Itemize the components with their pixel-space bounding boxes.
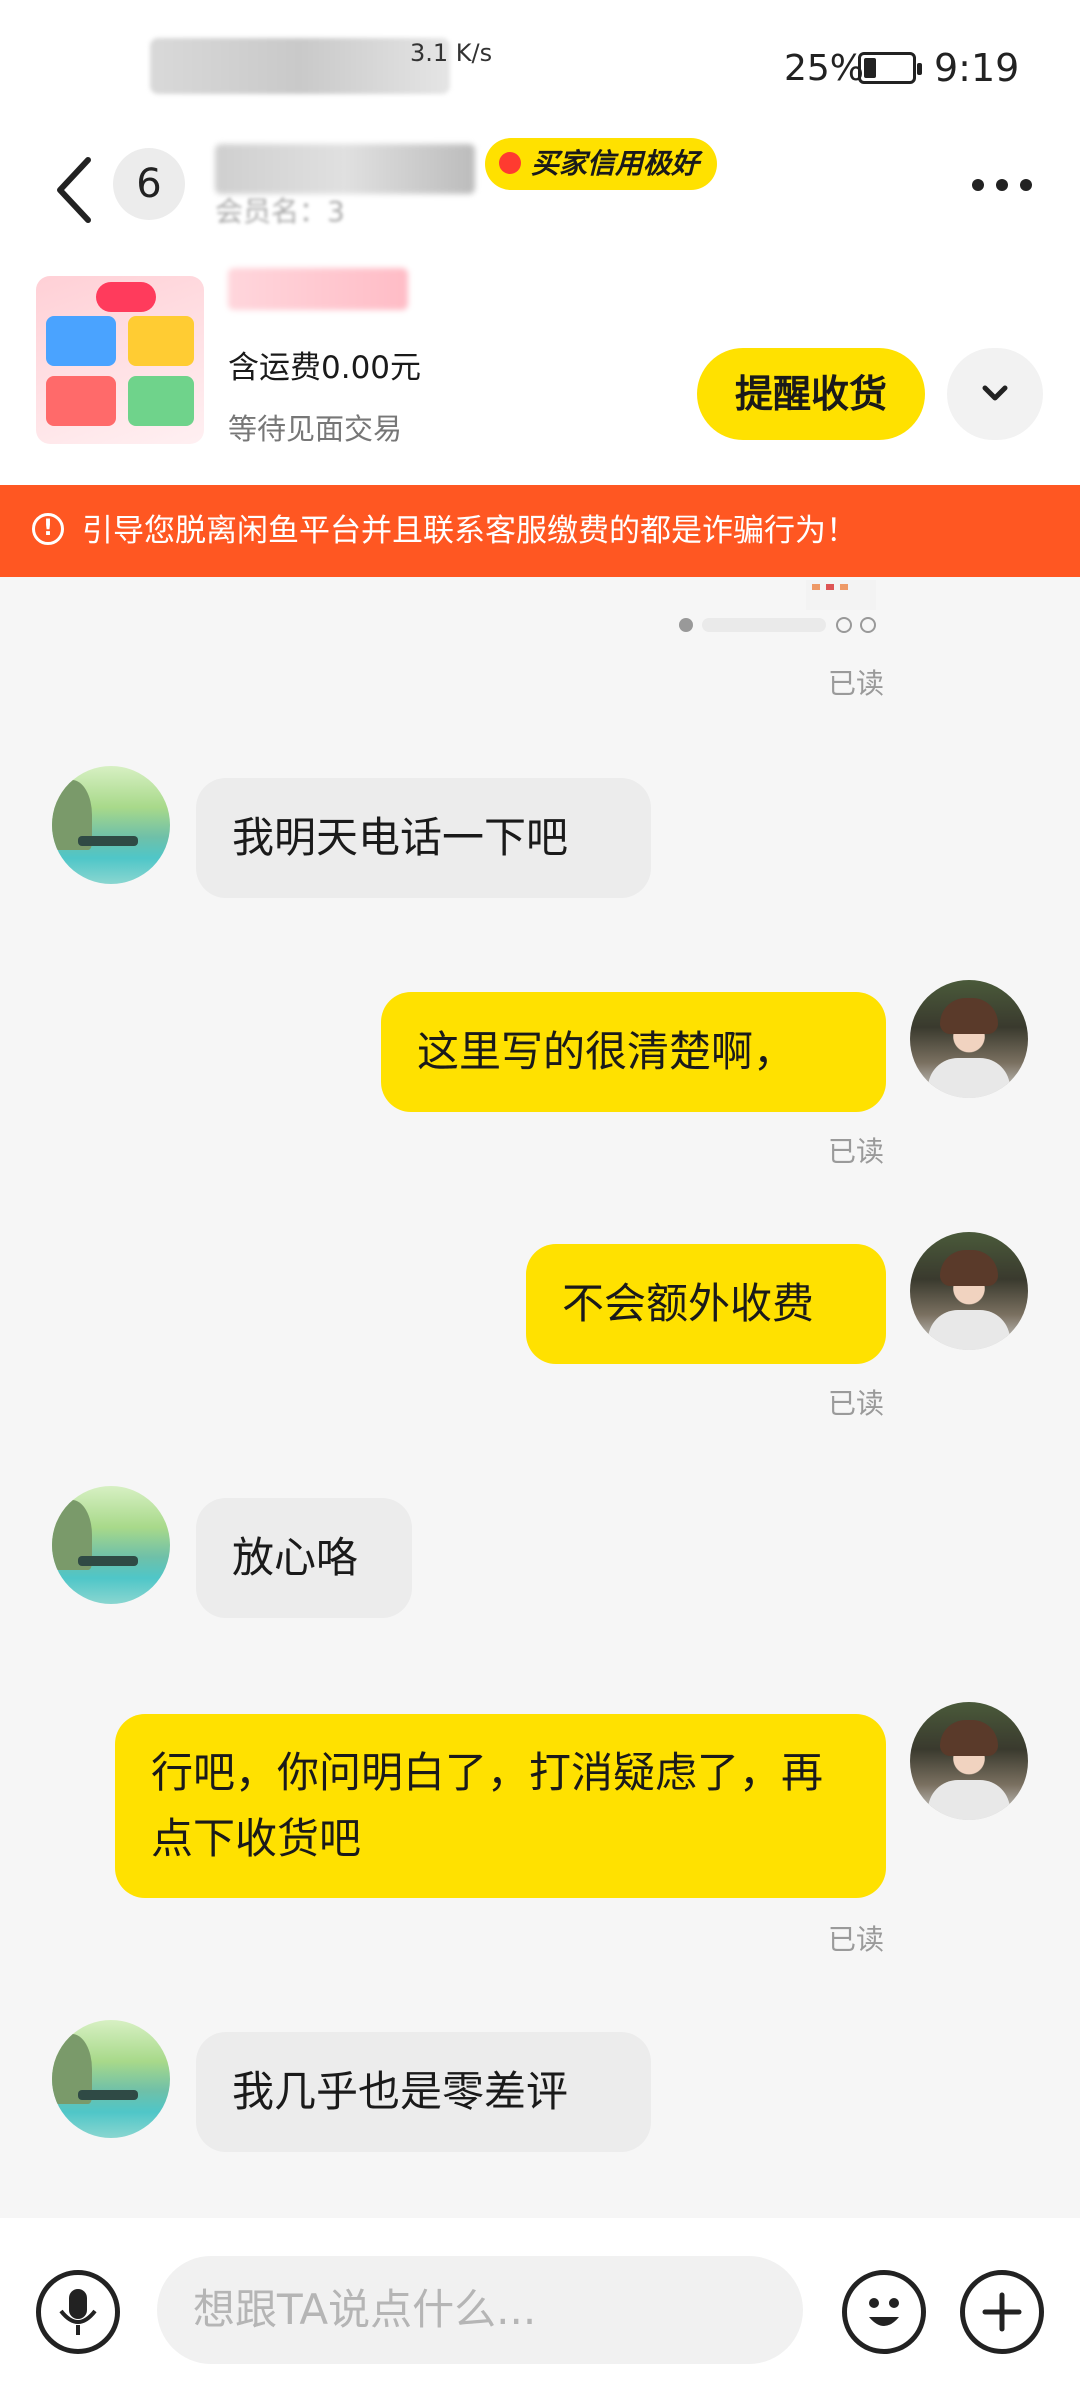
message-input[interactable]: 想跟TA说点什么... xyxy=(157,2256,803,2364)
chevron-left-icon[interactable] xyxy=(50,150,100,230)
order-card: 含运费0.00元 等待见面交易 提醒收货 xyxy=(0,250,1080,485)
product-title-blurred[interactable] xyxy=(228,268,408,310)
emoji-icon[interactable] xyxy=(842,2270,926,2354)
message-input-bar: 想跟TA说点什么... xyxy=(0,2218,1080,2400)
blurred-status-icons xyxy=(150,38,450,94)
clock: 9:19 xyxy=(934,46,1020,90)
read-receipt: 已读 xyxy=(828,667,885,700)
warning-icon: ! xyxy=(32,513,64,545)
read-receipt: 已读 xyxy=(828,1135,885,1168)
contact-subtitle: 会员名：3 xyxy=(215,195,345,228)
status-bar: 3.1 K/s 25% 9:19 xyxy=(0,0,1080,130)
order-price: 含运费0.00元 xyxy=(228,350,422,386)
network-speed: 3.1 K/s xyxy=(410,39,493,67)
emoji-glyph xyxy=(869,2298,899,2326)
user-avatar[interactable] xyxy=(910,1702,1028,1820)
credit-badge[interactable]: 买家信用极好 xyxy=(485,138,718,190)
user-avatar[interactable] xyxy=(910,980,1028,1098)
microphone-glyph xyxy=(59,2289,97,2335)
image-preview-graphic xyxy=(679,580,876,633)
remind-receipt-button[interactable]: 提醒收货 xyxy=(697,348,925,440)
user-avatar[interactable] xyxy=(910,1232,1028,1350)
thumb-decoration xyxy=(96,282,156,312)
thumb-decoration xyxy=(46,316,116,366)
plus-icon[interactable] xyxy=(960,2270,1044,2354)
expand-button[interactable] xyxy=(947,348,1043,440)
thumb-decoration xyxy=(46,376,116,426)
thumb-decoration xyxy=(128,376,194,426)
fraud-warning-banner: ! 引导您脱离闲鱼平台并且联系客服缴费的都是诈骗行为！ xyxy=(0,485,1080,577)
image-message-preview[interactable] xyxy=(676,580,886,640)
contact-avatar[interactable] xyxy=(52,1486,170,1604)
incoming-message[interactable]: 放心咯 xyxy=(196,1498,412,1618)
chevron-down-icon xyxy=(982,385,1008,401)
microphone-icon[interactable] xyxy=(36,2270,120,2354)
more-dots-icon[interactable] xyxy=(970,170,1034,200)
credit-dot-icon xyxy=(499,152,521,174)
contact-avatar[interactable] xyxy=(52,766,170,884)
product-thumbnail[interactable] xyxy=(36,276,204,444)
contact-name-blurred[interactable] xyxy=(215,144,475,194)
outgoing-message[interactable]: 这里写的很清楚啊， xyxy=(381,992,886,1112)
battery-fill xyxy=(864,58,876,78)
outgoing-message[interactable]: 行吧，你问明白了，打消疑虑了，再点下收货吧 xyxy=(115,1714,886,1898)
chat-header: 6 会员名：3 买家信用极好 xyxy=(0,130,1080,250)
plus-glyph xyxy=(982,2292,1022,2332)
incoming-message[interactable]: 我几乎也是零差评 xyxy=(196,2032,651,2152)
outgoing-message[interactable]: 不会额外收费 xyxy=(526,1244,886,1364)
order-status: 等待见面交易 xyxy=(228,412,403,446)
warning-text: 引导您脱离闲鱼平台并且联系客服缴费的都是诈骗行为！ xyxy=(82,513,857,549)
unread-count-badge[interactable]: 6 xyxy=(113,148,185,220)
battery-percent: 25% xyxy=(784,48,865,89)
credit-badge-label: 买家信用极好 xyxy=(531,147,700,180)
thumb-decoration xyxy=(128,316,194,366)
battery-icon xyxy=(858,52,922,84)
contact-avatar[interactable] xyxy=(52,2020,170,2138)
incoming-message[interactable]: 我明天电话一下吧 xyxy=(196,778,651,898)
read-receipt: 已读 xyxy=(828,1387,885,1420)
read-receipt: 已读 xyxy=(828,1923,885,1956)
